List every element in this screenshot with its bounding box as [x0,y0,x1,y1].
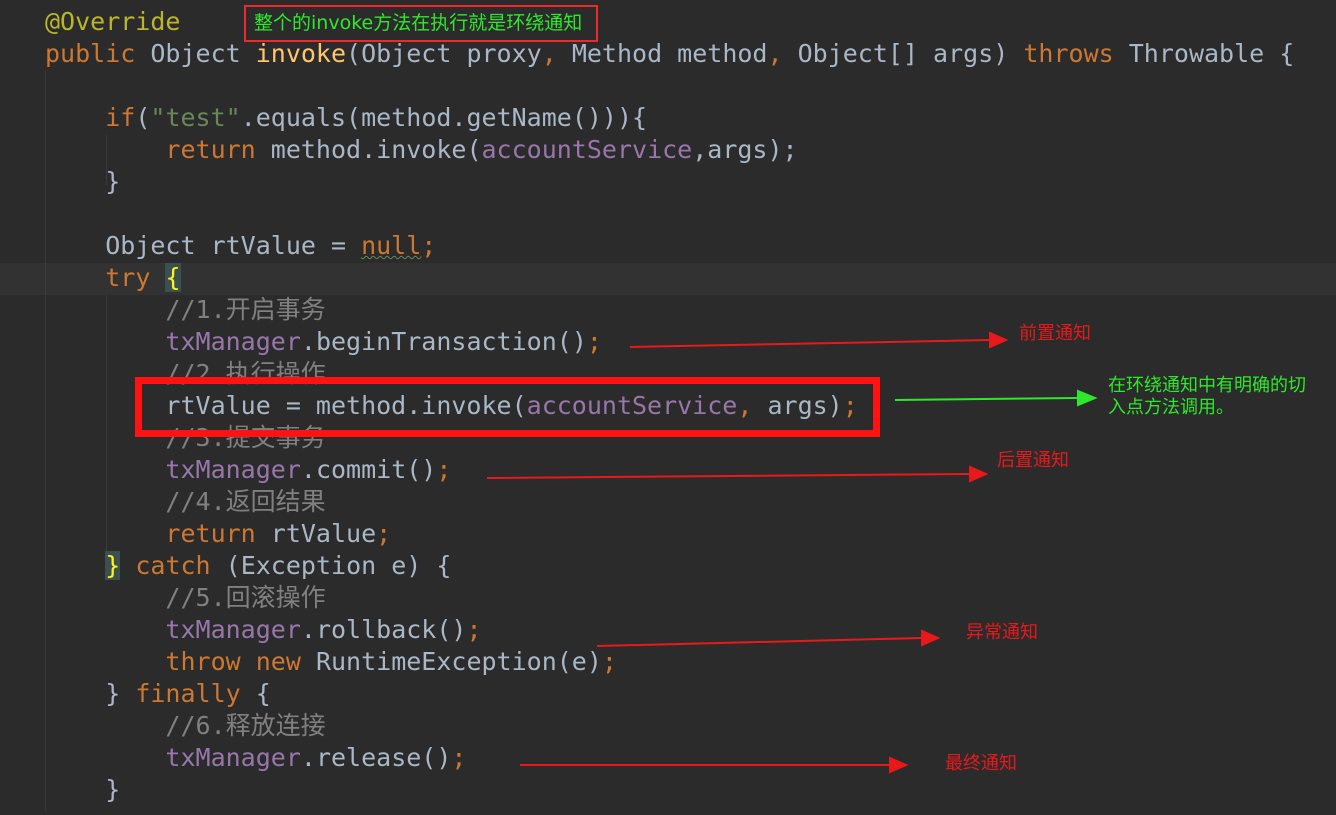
arrow-after-throwing [596,637,923,647]
arrow-head [1077,389,1098,407]
arrow-before [629,339,991,348]
arrow-head [969,465,989,483]
arrow-head [921,629,941,647]
after-throwing-label: 异常通知 [966,622,1038,643]
arrow-after-returning [486,473,971,479]
arrow-head [889,756,909,774]
before-advice-label: 前置通知 [1019,323,1091,344]
arrow-head [989,331,1009,349]
around-advice-label-2: 入点方法调用。 [1108,397,1234,418]
after-returning-label: 后置通知 [997,450,1069,471]
around-advice-label-1: 在环绕通知中有明确的切 [1108,375,1306,396]
arrow-around [894,397,1079,401]
after-advice-label: 最终通知 [945,753,1017,774]
